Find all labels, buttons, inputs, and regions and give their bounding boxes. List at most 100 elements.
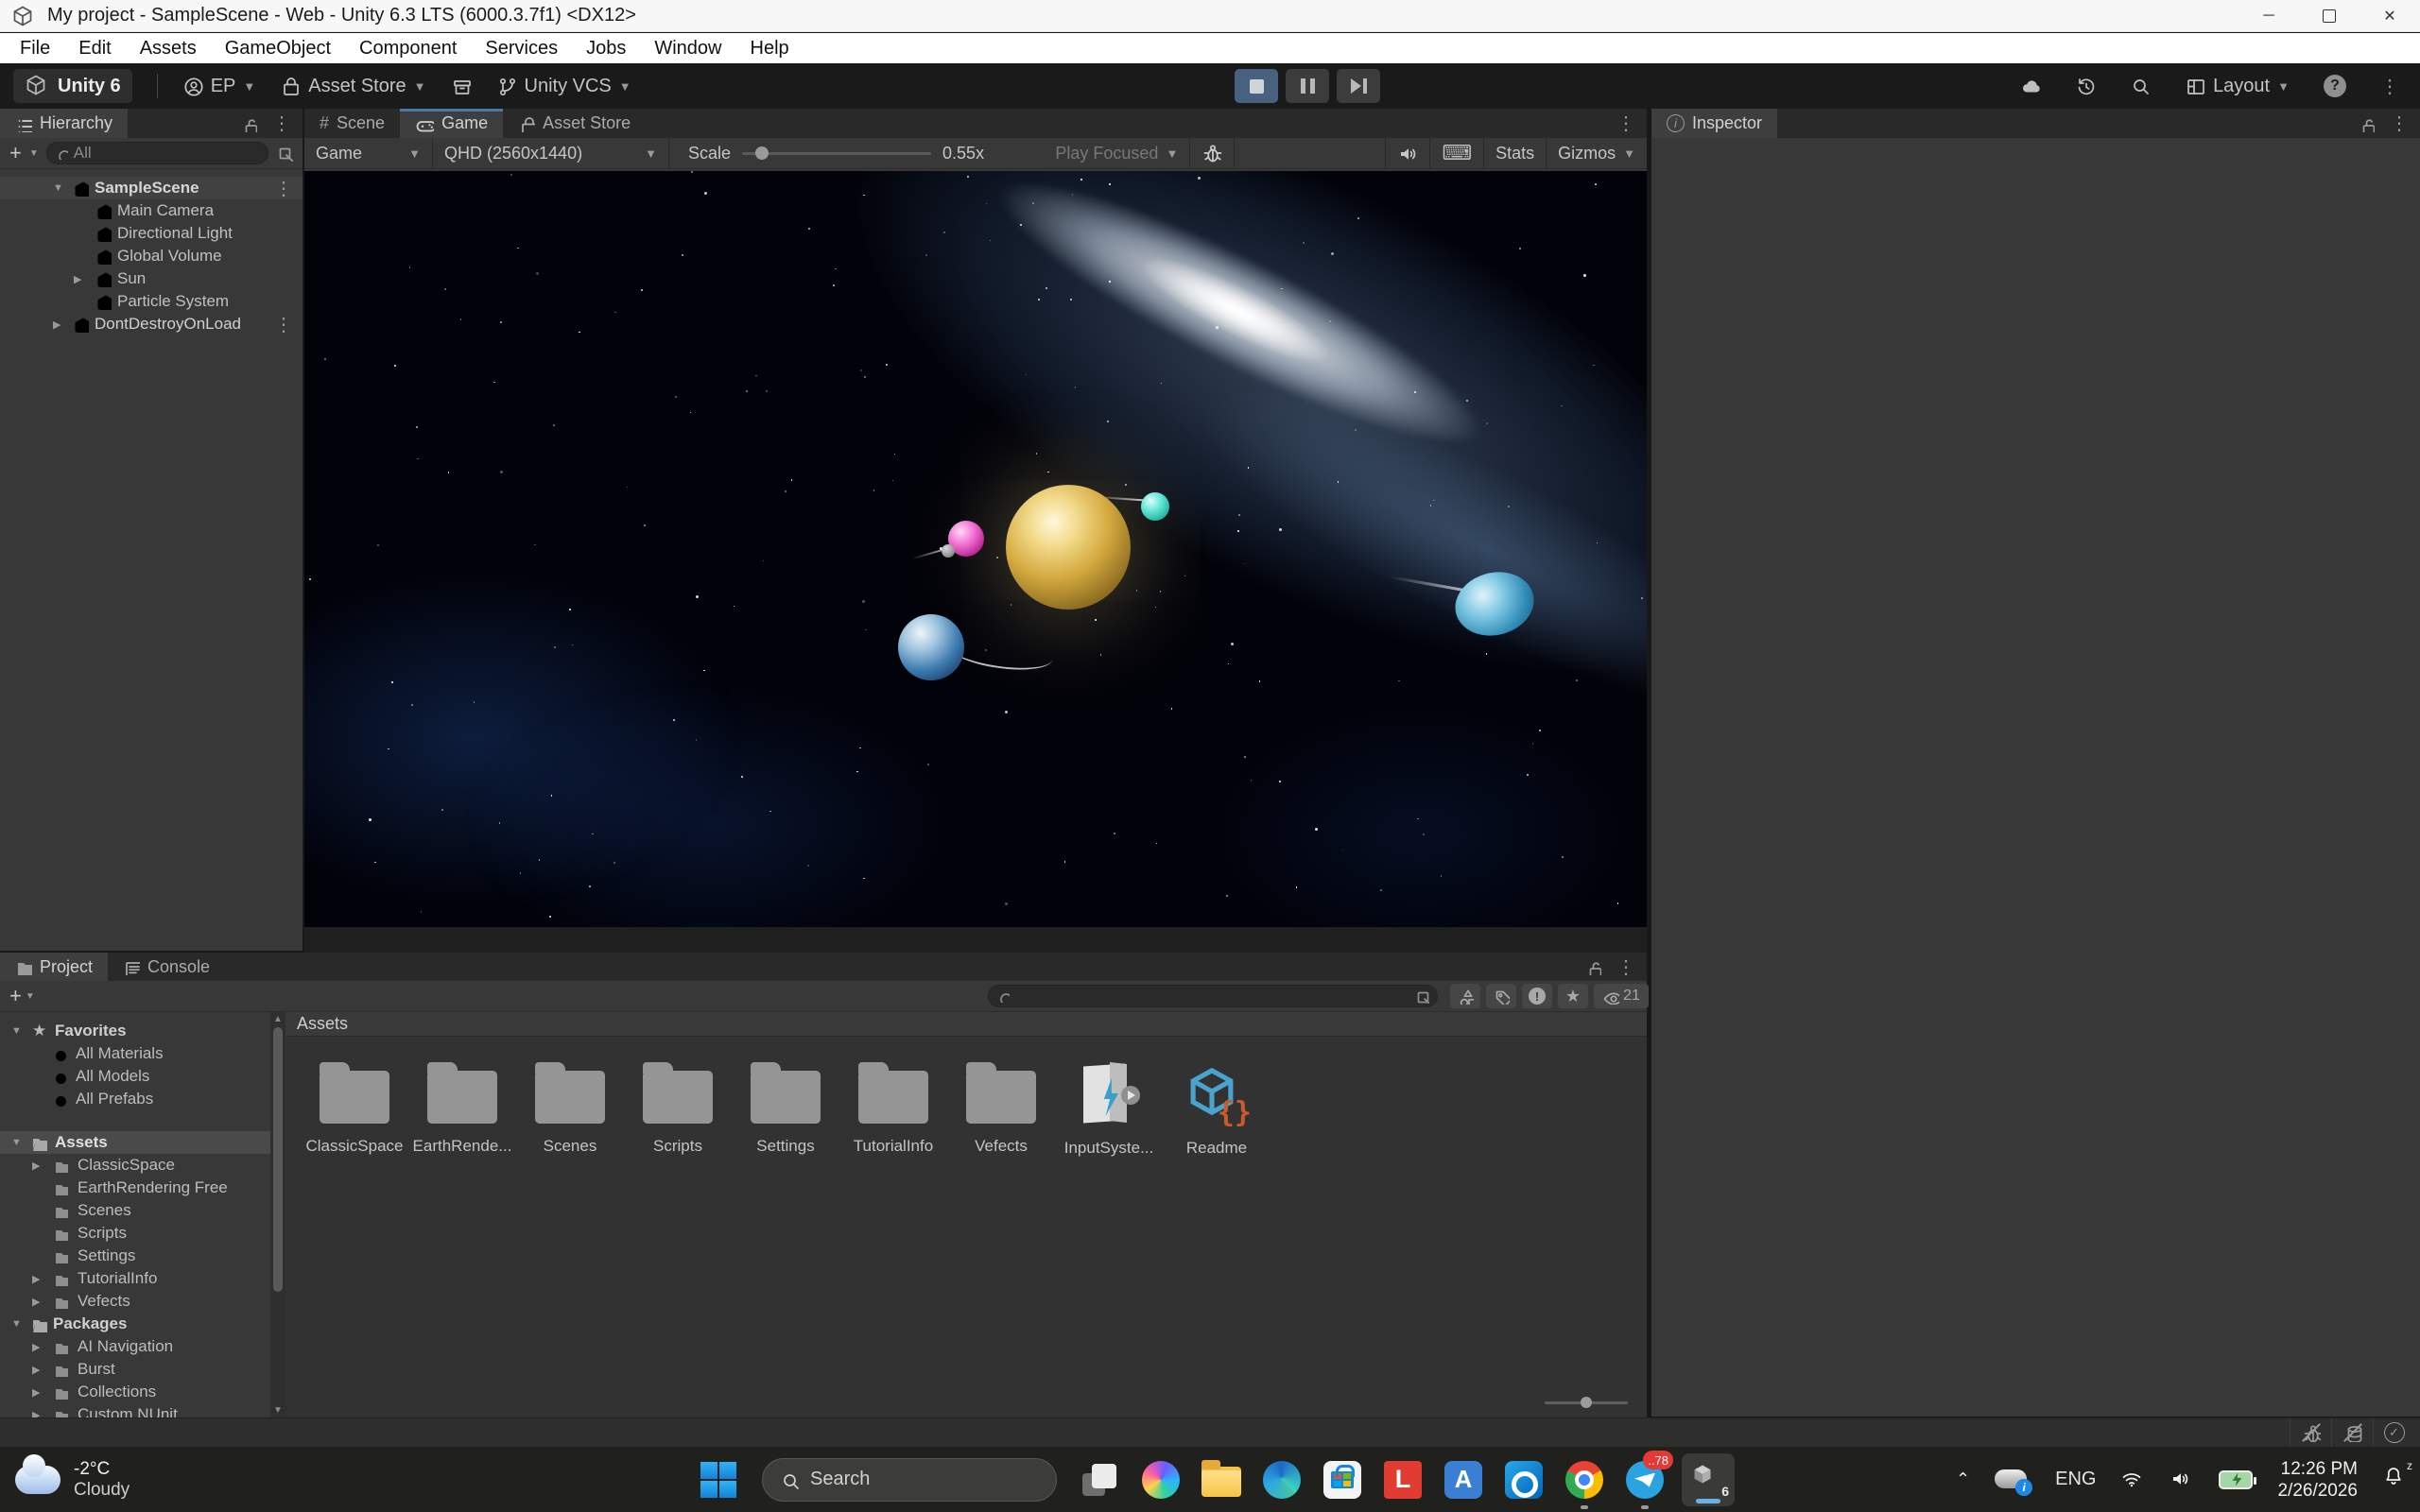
hierarchy-row-particle-system[interactable]: Particle System xyxy=(0,290,302,313)
expand-arrow-icon[interactable]: ▶ xyxy=(53,318,60,331)
tray-overflow-chevron[interactable]: ⌃ xyxy=(1956,1469,1970,1489)
speaker-icon[interactable] xyxy=(2169,1468,2194,1492)
resolution-dropdown[interactable]: QHD (2560x1440) ▼ xyxy=(433,138,669,168)
tree-row-ai-navigation[interactable]: ▶ AI Navigation xyxy=(0,1335,270,1358)
tree-row-all-models[interactable]: All Models xyxy=(0,1065,270,1088)
account-dropdown[interactable]: EP ▼ xyxy=(182,76,255,97)
asset-item-scripts[interactable]: Scripts xyxy=(624,1050,732,1158)
scroll-down-icon[interactable]: ▼ xyxy=(273,1405,283,1416)
scroll-up-icon[interactable]: ▲ xyxy=(273,1014,283,1024)
menu-window[interactable]: Window xyxy=(640,33,735,63)
cache-server-disabled-button[interactable] xyxy=(2331,1418,2373,1447)
filter-by-type-button[interactable] xyxy=(1450,984,1480,1008)
cloud-services-icon[interactable] xyxy=(2020,76,2041,96)
minimize-button[interactable]: ─ xyxy=(2238,0,2299,31)
tree-row-burst[interactable]: ▶ Burst xyxy=(0,1358,270,1381)
tree-row-collections[interactable]: ▶ Collections xyxy=(0,1381,270,1403)
asset-store-dropdown[interactable]: Asset Store ▼ xyxy=(280,76,426,97)
asset-item-readme[interactable]: {} Readme xyxy=(1163,1050,1270,1158)
undo-history-icon[interactable] xyxy=(2075,76,2096,96)
create-add-button[interactable]: + xyxy=(9,141,22,165)
scale-slider-knob[interactable] xyxy=(755,146,769,160)
tree-row-settings[interactable]: Settings xyxy=(0,1245,270,1267)
taskbar-search-input[interactable]: Search xyxy=(762,1457,1057,1502)
tree-row-scripts[interactable]: Scripts xyxy=(0,1222,270,1245)
start-button[interactable] xyxy=(688,1447,749,1512)
chevron-down-icon[interactable]: ▼ xyxy=(29,148,39,159)
display-dropdown[interactable]: Game ▼ xyxy=(304,138,433,168)
asset-item-inputsystem[interactable]: InputSyste... xyxy=(1055,1050,1163,1158)
microsoft-store-button[interactable] xyxy=(1312,1447,1373,1512)
search-icon[interactable] xyxy=(2130,76,2151,96)
tree-row-scenes[interactable]: Scenes xyxy=(0,1199,270,1222)
thumbnail-size-slider[interactable] xyxy=(1545,1397,1628,1408)
tree-row-all-materials[interactable]: All Materials xyxy=(0,1042,270,1065)
pick-object-icon[interactable] xyxy=(1414,988,1429,1004)
hierarchy-row-sun[interactable]: ▶ Sun xyxy=(0,267,302,290)
file-explorer-button[interactable] xyxy=(1191,1447,1252,1512)
asset-item-vefects[interactable]: Vefects xyxy=(947,1050,1055,1158)
kebab-menu-icon[interactable]: ⋮ xyxy=(2380,75,2399,98)
tree-scrollbar[interactable]: ▲ ▼ xyxy=(270,1012,285,1418)
close-button[interactable]: ✕ xyxy=(2360,0,2420,31)
menu-file[interactable]: File xyxy=(6,33,64,63)
hierarchy-search-input[interactable]: All xyxy=(45,142,268,164)
weather-widget[interactable]: -2°C Cloudy xyxy=(15,1447,130,1512)
expand-arrow-icon[interactable]: ▶ xyxy=(32,1364,40,1376)
gizmos-dropdown[interactable]: Gizmos ▼ xyxy=(1547,138,1647,168)
menu-gameobject[interactable]: GameObject xyxy=(211,33,345,63)
tree-row-classicspace[interactable]: ▶ ClassicSpace xyxy=(0,1154,270,1177)
clock-widget[interactable]: 12:26 PM 2/26/2026 xyxy=(2277,1458,2358,1502)
menu-assets[interactable]: Assets xyxy=(126,33,211,63)
kebab-menu-icon[interactable]: ⋮ xyxy=(274,313,293,336)
collapse-arrow-icon[interactable]: ▼ xyxy=(11,1318,22,1330)
kebab-menu-icon[interactable]: ⋮ xyxy=(1616,112,1635,135)
play-stop-button[interactable] xyxy=(1235,69,1278,103)
tree-row-all-prefabs[interactable]: All Prefabs xyxy=(0,1088,270,1110)
outlook-button[interactable] xyxy=(1494,1447,1554,1512)
progress-idle-button[interactable]: ✓ xyxy=(2373,1418,2414,1447)
hierarchy-row-dontdestroyonload[interactable]: ▶ DontDestroyOnLoad ⋮ xyxy=(0,313,302,335)
keyboard-shortcuts-button[interactable]: ⌨ xyxy=(1430,138,1485,168)
onedrive-tray-icon[interactable]: i xyxy=(1995,1468,2033,1496)
unity-vcs-dropdown[interactable]: Unity VCS ▼ xyxy=(496,76,631,97)
pause-button[interactable] xyxy=(1286,69,1329,103)
tree-row-vefects[interactable]: ▶ Vefects xyxy=(0,1290,270,1313)
frame-debugger-button[interactable] xyxy=(1190,138,1236,168)
scrollbar-thumb[interactable] xyxy=(273,1027,283,1292)
menu-edit[interactable]: Edit xyxy=(64,33,125,63)
mute-audio-button[interactable] xyxy=(1386,138,1431,168)
tree-row-favorites[interactable]: ▼ ★ Favorites xyxy=(0,1020,270,1042)
hierarchy-row-main-camera[interactable]: Main Camera xyxy=(0,199,302,222)
menu-jobs[interactable]: Jobs xyxy=(572,33,640,63)
scale-slider[interactable] xyxy=(742,146,932,160)
wifi-icon[interactable] xyxy=(2120,1468,2145,1492)
project-search-input[interactable] xyxy=(988,985,1438,1007)
unity-taskbar-button[interactable]: 6 xyxy=(1675,1447,1741,1512)
asset-item-classicspace[interactable]: ClassicSpace xyxy=(301,1050,408,1158)
hierarchy-row-directional-light[interactable]: Directional Light xyxy=(0,222,302,245)
collapse-arrow-icon[interactable]: ▼ xyxy=(11,1025,22,1037)
tab-project[interactable]: Project xyxy=(0,953,109,981)
notification-bell-icon[interactable]: z xyxy=(2382,1459,2412,1495)
kebab-menu-icon[interactable]: ⋮ xyxy=(274,177,293,200)
task-view-button[interactable] xyxy=(1070,1447,1131,1512)
kebab-menu-icon[interactable]: ⋮ xyxy=(2390,112,2409,135)
kebab-menu-icon[interactable]: ⋮ xyxy=(1616,955,1635,979)
visibility-toggle-button[interactable]: 21 xyxy=(1594,984,1649,1008)
expand-arrow-icon[interactable]: ▶ xyxy=(32,1341,40,1353)
favorites-filter-button[interactable]: ★ xyxy=(1558,984,1588,1008)
asset-item-earthrendering[interactable]: EarthRende... xyxy=(408,1050,516,1158)
expand-arrow-icon[interactable]: ▶ xyxy=(32,1386,40,1399)
tab-console[interactable]: Console xyxy=(108,953,225,981)
language-indicator[interactable]: ENG xyxy=(2055,1469,2096,1490)
filter-by-label-button[interactable] xyxy=(1486,984,1516,1008)
asset-item-tutorialinfo[interactable]: TutorialInfo xyxy=(839,1050,947,1158)
edge-button[interactable] xyxy=(1252,1447,1312,1512)
layout-dropdown[interactable]: Layout ▼ xyxy=(2185,76,2290,97)
lock-icon[interactable] xyxy=(240,115,257,132)
menu-services[interactable]: Services xyxy=(471,33,572,63)
tab-inspector[interactable]: i Inspector xyxy=(1651,109,1778,138)
tree-row-packages[interactable]: ▼ Packages xyxy=(0,1313,270,1335)
tab-hierarchy[interactable]: Hierarchy xyxy=(0,109,129,138)
